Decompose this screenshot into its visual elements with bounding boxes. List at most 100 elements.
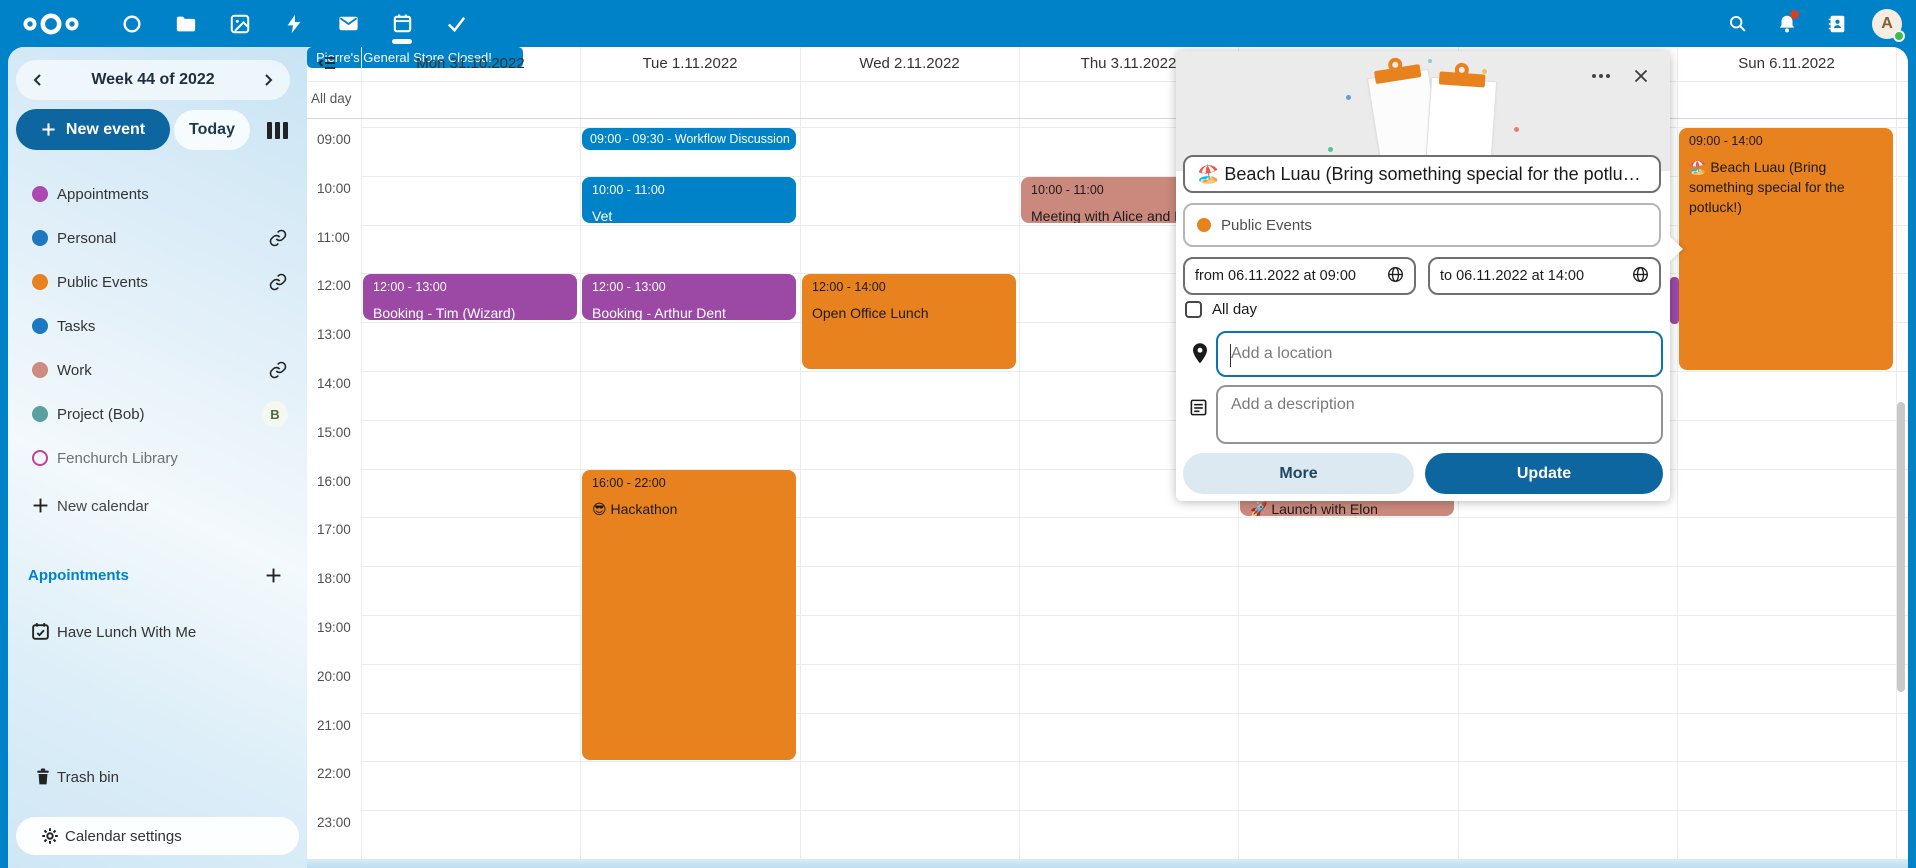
search-icon[interactable] xyxy=(1720,0,1754,47)
location-field xyxy=(1216,331,1663,377)
all-day-checkbox[interactable]: All day xyxy=(1185,301,1257,318)
calendar-settings-button[interactable]: Calendar settings xyxy=(16,817,299,855)
active-app-underline xyxy=(392,39,412,44)
close-icon[interactable] xyxy=(1628,63,1654,89)
trash-bin-button[interactable]: Trash bin xyxy=(8,755,307,799)
more-button[interactable]: More xyxy=(1183,453,1414,494)
sidebar-calendar-work[interactable]: Work xyxy=(8,348,307,392)
time-label: 19:00 xyxy=(317,620,351,635)
photos-app-icon[interactable] xyxy=(220,0,260,47)
calendar-color-dot xyxy=(1197,218,1211,232)
event-workflow-discussion[interactable]: 09:00 - 09:30 - Workflow Discussion xyxy=(582,128,796,150)
time-label: 23:00 xyxy=(317,815,351,830)
dashboard-app-icon[interactable] xyxy=(112,0,152,47)
grid-bottom-fade xyxy=(307,859,1908,868)
sidebar-calendar-tasks[interactable]: Tasks xyxy=(8,304,307,348)
location-input[interactable] xyxy=(1218,345,1661,363)
time-label: 15:00 xyxy=(317,425,351,440)
calendar-check-icon xyxy=(30,621,51,647)
top-bar: A xyxy=(0,0,1916,47)
calendar-app-icon-active[interactable] xyxy=(382,0,422,47)
timezone-globe-icon[interactable] xyxy=(1387,266,1404,287)
day-header-tue: Tue 1.11.2022 xyxy=(580,53,800,75)
event-booking-arthur-dent[interactable]: 12:00 - 13:00 Booking - Arthur Dent xyxy=(582,274,796,320)
grid-vline xyxy=(800,47,801,859)
description-input[interactable] xyxy=(1218,387,1661,442)
week-title[interactable]: Week 44 of 2022 xyxy=(91,71,214,89)
activity-app-icon[interactable] xyxy=(274,0,314,47)
sidebar: Week 44 of 2022 New event Today Appointm… xyxy=(8,47,307,868)
next-week-button[interactable] xyxy=(252,64,284,96)
plus-icon xyxy=(41,122,56,137)
plus-icon xyxy=(32,497,49,519)
hour-line xyxy=(361,810,1908,811)
nextcloud-logo-icon[interactable] xyxy=(20,11,82,37)
collapse-all-day-icon[interactable] xyxy=(318,55,336,76)
day-header-mon: Mon 31.10.2022 xyxy=(361,53,580,75)
trash-icon xyxy=(34,767,52,791)
previous-week-button[interactable] xyxy=(22,64,54,96)
new-event-label: New event xyxy=(66,121,145,139)
event-hackathon[interactable]: 16:00 - 22:00 😎 Hackathon xyxy=(582,470,796,760)
calendar-color-dot xyxy=(32,274,48,290)
mail-app-icon[interactable] xyxy=(328,0,368,47)
app-menu xyxy=(112,0,476,47)
shared-link-icon[interactable] xyxy=(268,272,288,297)
timezone-globe-icon[interactable] xyxy=(1632,266,1649,287)
appointment-item-have-lunch[interactable]: Have Lunch With Me xyxy=(8,610,307,654)
calendar-color-dot xyxy=(32,230,48,246)
sidebar-calendar-public-events[interactable]: Public Events xyxy=(8,260,307,304)
time-label: 17:00 xyxy=(317,522,351,537)
calendar-color-dot xyxy=(32,186,48,202)
sidebar-calendar-fenchurch-library[interactable]: Fenchurch Library xyxy=(8,436,307,480)
nextcloud-calendar-app: A Week 44 of 2022 New event xyxy=(0,0,1916,868)
sidebar-calendar-project-bob[interactable]: Project (Bob) B xyxy=(8,392,307,436)
confetti-dot xyxy=(1514,127,1519,132)
sidebar-calendar-personal[interactable]: Personal xyxy=(8,216,307,260)
week-navigation: Week 44 of 2022 xyxy=(16,60,290,100)
calendar-color-dot xyxy=(32,406,48,422)
grid-vline xyxy=(1019,47,1020,859)
today-button[interactable]: Today xyxy=(174,110,250,150)
time-label: 16:00 xyxy=(317,474,351,489)
time-label: 21:00 xyxy=(317,718,351,733)
calendar-color-dot xyxy=(32,362,48,378)
event-beach-luau[interactable]: 09:00 - 14:00 🏖️ Beach Luau (Bring somet… xyxy=(1679,128,1893,370)
event-vet[interactable]: 10:00 - 11:00 Vet xyxy=(582,177,796,223)
view-switcher-icon[interactable] xyxy=(264,118,290,142)
event-booking-tim-wizard[interactable]: 12:00 - 13:00 Booking - Tim (Wizard) xyxy=(363,274,577,320)
event-title-input[interactable]: 🏖️ Beach Luau (Bring something special f… xyxy=(1183,155,1661,193)
sidebar-calendar-appointments[interactable]: Appointments xyxy=(8,172,307,216)
time-label: 11:00 xyxy=(317,230,350,245)
contacts-icon[interactable] xyxy=(1820,0,1854,47)
new-calendar-button[interactable]: New calendar xyxy=(8,484,307,528)
files-app-icon[interactable] xyxy=(166,0,206,47)
update-button[interactable]: Update xyxy=(1425,453,1663,494)
start-date-input[interactable]: from 06.11.2022 at 09:00 xyxy=(1183,257,1416,295)
checkbox-unchecked[interactable] xyxy=(1185,301,1202,318)
time-label: 12:00 xyxy=(317,278,351,293)
actions-menu-icon[interactable] xyxy=(1588,63,1614,89)
calendar-color-dot-outline xyxy=(32,450,48,466)
shared-link-icon[interactable] xyxy=(268,228,288,253)
event-partially-hidden[interactable] xyxy=(1670,277,1679,324)
grid-vline xyxy=(580,47,581,859)
confetti-dot xyxy=(1328,147,1333,152)
tasks-app-icon[interactable] xyxy=(436,0,476,47)
day-header-wed: Wed 2.11.2022 xyxy=(800,53,1019,75)
notification-badge xyxy=(1790,10,1799,19)
location-pin-icon xyxy=(1190,342,1210,370)
end-date-input[interactable]: to 06.11.2022 at 14:00 xyxy=(1428,257,1661,295)
time-label: 14:00 xyxy=(317,376,351,391)
notifications-bell-icon[interactable] xyxy=(1770,0,1804,47)
user-avatar[interactable]: A xyxy=(1870,0,1904,47)
hour-line xyxy=(361,225,1908,226)
shared-link-icon[interactable] xyxy=(268,360,288,385)
new-event-button[interactable]: New event xyxy=(16,109,170,150)
event-open-office-lunch[interactable]: 12:00 - 14:00 Open Office Lunch xyxy=(802,274,1016,369)
vertical-scrollbar[interactable] xyxy=(1897,402,1905,692)
time-label: 20:00 xyxy=(317,669,351,684)
calendar-select[interactable]: Public Events xyxy=(1183,203,1661,247)
add-appointment-button[interactable] xyxy=(258,560,288,590)
time-label: 10:00 xyxy=(317,181,351,196)
